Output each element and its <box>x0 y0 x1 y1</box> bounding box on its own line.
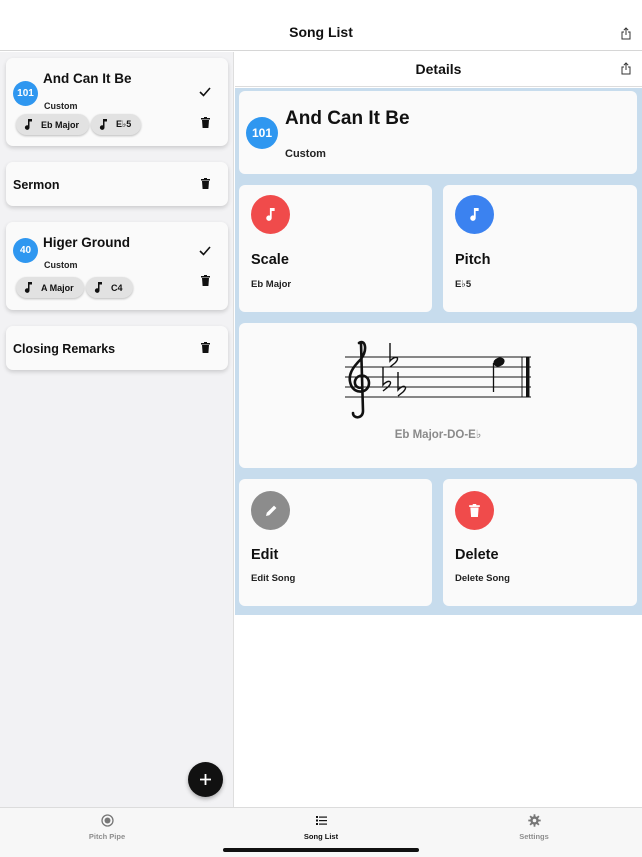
scale-label: Scale <box>251 252 289 268</box>
scale-card[interactable]: Scale Eb Major <box>239 185 432 312</box>
pitch-chip[interactable]: E♭5 <box>91 114 142 135</box>
song-card[interactable]: Sermon <box>6 162 228 206</box>
trash-icon[interactable] <box>201 275 210 286</box>
details-panel: 101 And Can It Be Custom Scale Eb Major … <box>235 88 642 615</box>
scale-chip-label: A Major <box>41 282 74 293</box>
pitch-chip-label: E♭5 <box>116 119 132 129</box>
staff-card: Eb Major-DO-E♭ <box>239 323 637 468</box>
scale-icon-circle <box>251 195 290 234</box>
tab-song-list[interactable]: Song List <box>261 814 381 841</box>
pencil-icon <box>265 505 276 516</box>
checkmark-icon[interactable] <box>199 246 211 256</box>
song-card[interactable]: 40 Higer Ground Custom A Major C4 <box>6 222 228 310</box>
music-note-icon <box>99 119 107 130</box>
trash-icon[interactable] <box>201 178 210 189</box>
scale-value: Eb Major <box>251 279 292 290</box>
music-staff <box>345 340 531 419</box>
tab-label: Settings <box>519 832 549 841</box>
scale-chip[interactable]: Eb Major <box>16 114 90 135</box>
edit-icon-circle <box>251 491 290 530</box>
trash-icon <box>469 504 480 517</box>
music-note-icon <box>266 208 275 221</box>
staff-caption: Eb Major-DO-E♭ <box>394 429 482 441</box>
music-note-icon <box>94 282 102 293</box>
song-title: Higer Ground <box>43 235 130 250</box>
song-number-badge: 101 <box>13 81 38 106</box>
song-title: And Can It Be <box>43 71 132 86</box>
record-icon <box>100 814 114 827</box>
scale-chip[interactable]: A Major <box>16 277 84 298</box>
tab-settings[interactable]: Settings <box>474 814 594 841</box>
pitch-card[interactable]: Pitch E♭5 <box>443 185 637 312</box>
pitch-label: Pitch <box>455 252 491 268</box>
pitch-value: E♭5 <box>455 279 472 290</box>
details-title: Details <box>415 61 462 77</box>
edit-sub: Edit Song <box>251 573 296 584</box>
song-card[interactable]: Closing Remarks <box>6 326 228 370</box>
add-song-button[interactable] <box>188 762 223 797</box>
trash-icon[interactable] <box>201 342 210 353</box>
plus-icon <box>200 774 211 785</box>
home-indicator <box>223 848 419 852</box>
song-header-card: 101 And Can It Be Custom <box>239 91 637 174</box>
delete-card[interactable]: Delete Delete Song <box>443 479 637 606</box>
gear-icon <box>527 814 541 827</box>
share-icon[interactable] <box>620 27 632 40</box>
music-note-icon <box>470 208 479 221</box>
delete-label: Delete <box>455 547 499 563</box>
detail-song-subtitle: Custom <box>285 148 326 160</box>
delete-sub: Delete Song <box>455 573 510 584</box>
song-title: Closing Remarks <box>13 342 116 356</box>
tab-label: Song List <box>303 832 339 841</box>
flat-icon <box>382 343 407 397</box>
song-subtitle: Custom <box>44 260 78 270</box>
music-note-icon <box>24 282 32 293</box>
music-note-icon <box>24 119 32 130</box>
song-number-badge: 40 <box>13 238 38 263</box>
nav-title: Song List <box>289 24 353 40</box>
edit-label: Edit <box>251 547 279 563</box>
delete-icon-circle <box>455 491 494 530</box>
song-title: Sermon <box>13 178 60 192</box>
pitch-chip-label: C4 <box>111 282 123 293</box>
tab-pitch-pipe[interactable]: Pitch Pipe <box>47 814 167 841</box>
top-nav-bar: Song List <box>0 0 642 51</box>
scale-chip-label: Eb Major <box>41 119 80 130</box>
song-number-badge: 101 <box>246 117 278 149</box>
edit-card[interactable]: Edit Edit Song <box>239 479 432 606</box>
pitch-chip[interactable]: C4 <box>86 277 133 298</box>
checkmark-icon[interactable] <box>199 87 211 97</box>
detail-song-title: And Can It Be <box>285 108 410 129</box>
tab-label: Pitch Pipe <box>88 832 126 841</box>
list-icon <box>315 816 327 825</box>
share-icon[interactable] <box>620 62 632 75</box>
treble-clef-icon <box>348 340 371 419</box>
song-list-sidebar: 101 And Can It Be Custom Eb Major E♭5 Se… <box>0 52 234 807</box>
song-subtitle: Custom <box>44 101 78 111</box>
pitch-icon-circle <box>455 195 494 234</box>
song-card[interactable]: 101 And Can It Be Custom Eb Major E♭5 <box>6 58 228 146</box>
trash-icon[interactable] <box>201 117 210 128</box>
details-header: Details <box>235 52 642 87</box>
